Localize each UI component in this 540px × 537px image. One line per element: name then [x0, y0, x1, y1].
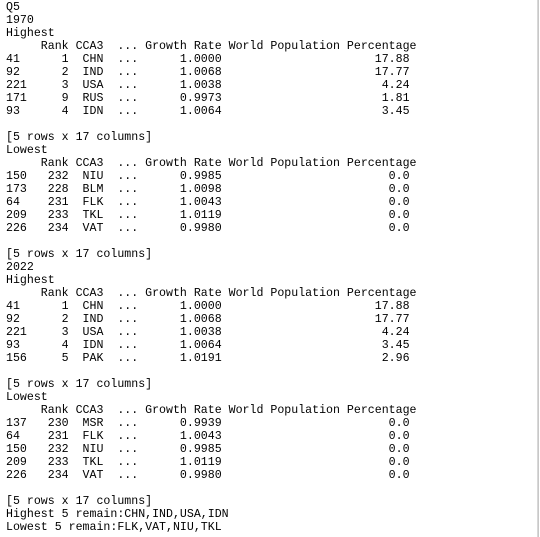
console-line: Highest	[6, 27, 55, 40]
table-row: 64 231 FLK ... 1.0043 0.0	[6, 430, 410, 443]
console-line: 2022	[6, 261, 34, 274]
table-header: Rank CCA3 ... Growth Rate World Populati…	[6, 404, 417, 417]
table-row: 221 3 USA ... 1.0038 4.24	[6, 79, 410, 92]
table-row: 209 233 TKL ... 1.0119 0.0	[6, 456, 410, 469]
console-output-panel[interactable]: Q5 1970 Highest Rank CCA3 ... Growth Rat…	[0, 0, 539, 537]
table-row: 92 2 IND ... 1.0068 17.77	[6, 66, 410, 79]
table-row: 226 234 VAT ... 0.9980 0.0	[6, 222, 410, 235]
table-row: 221 3 USA ... 1.0038 4.24	[6, 326, 410, 339]
table-row: 137 230 MSR ... 0.9939 0.0	[6, 417, 410, 430]
table-row: 41 1 CHN ... 1.0000 17.88	[6, 300, 410, 313]
table-row: 156 5 PAK ... 1.0191 2.96	[6, 352, 410, 365]
console-text: Q5 1970 Highest Rank CCA3 ... Growth Rat…	[6, 1, 417, 534]
table-row: 173 228 BLM ... 1.0098 0.0	[6, 183, 410, 196]
console-line: 1970	[6, 14, 34, 27]
table-row: 226 234 VAT ... 0.9980 0.0	[6, 469, 410, 482]
table-row: 41 1 CHN ... 1.0000 17.88	[6, 53, 410, 66]
console-line: Lowest	[6, 391, 48, 404]
result-line-lowest: Lowest 5 remain:FLK,VAT,NIU,TKL	[6, 521, 222, 534]
table-header: Rank CCA3 ... Growth Rate World Populati…	[6, 40, 417, 53]
table-row: 93 4 IDN ... 1.0064 3.45	[6, 105, 410, 118]
table-row: 92 2 IND ... 1.0068 17.77	[6, 313, 410, 326]
table-header: Rank CCA3 ... Growth Rate World Populati…	[6, 157, 417, 170]
table-summary: [5 rows x 17 columns]	[6, 495, 153, 508]
table-row: 64 231 FLK ... 1.0043 0.0	[6, 196, 410, 209]
table-summary: [5 rows x 17 columns]	[6, 131, 153, 144]
panel-edge	[537, 0, 538, 537]
table-row: 150 232 NIU ... 0.9985 0.0	[6, 170, 410, 183]
table-row: 93 4 IDN ... 1.0064 3.45	[6, 339, 410, 352]
table-row: 171 9 RUS ... 0.9973 1.81	[6, 92, 410, 105]
table-summary: [5 rows x 17 columns]	[6, 378, 153, 391]
table-header: Rank CCA3 ... Growth Rate World Populati…	[6, 287, 417, 300]
console-line: Q5	[6, 1, 20, 14]
table-row: 209 233 TKL ... 1.0119 0.0	[6, 209, 410, 222]
console-line: Highest	[6, 274, 55, 287]
table-summary: [5 rows x 17 columns]	[6, 248, 153, 261]
console-line: Lowest	[6, 144, 48, 157]
table-row: 150 232 NIU ... 0.9985 0.0	[6, 443, 410, 456]
result-line-highest: Highest 5 remain:CHN,IND,USA,IDN	[6, 508, 229, 521]
